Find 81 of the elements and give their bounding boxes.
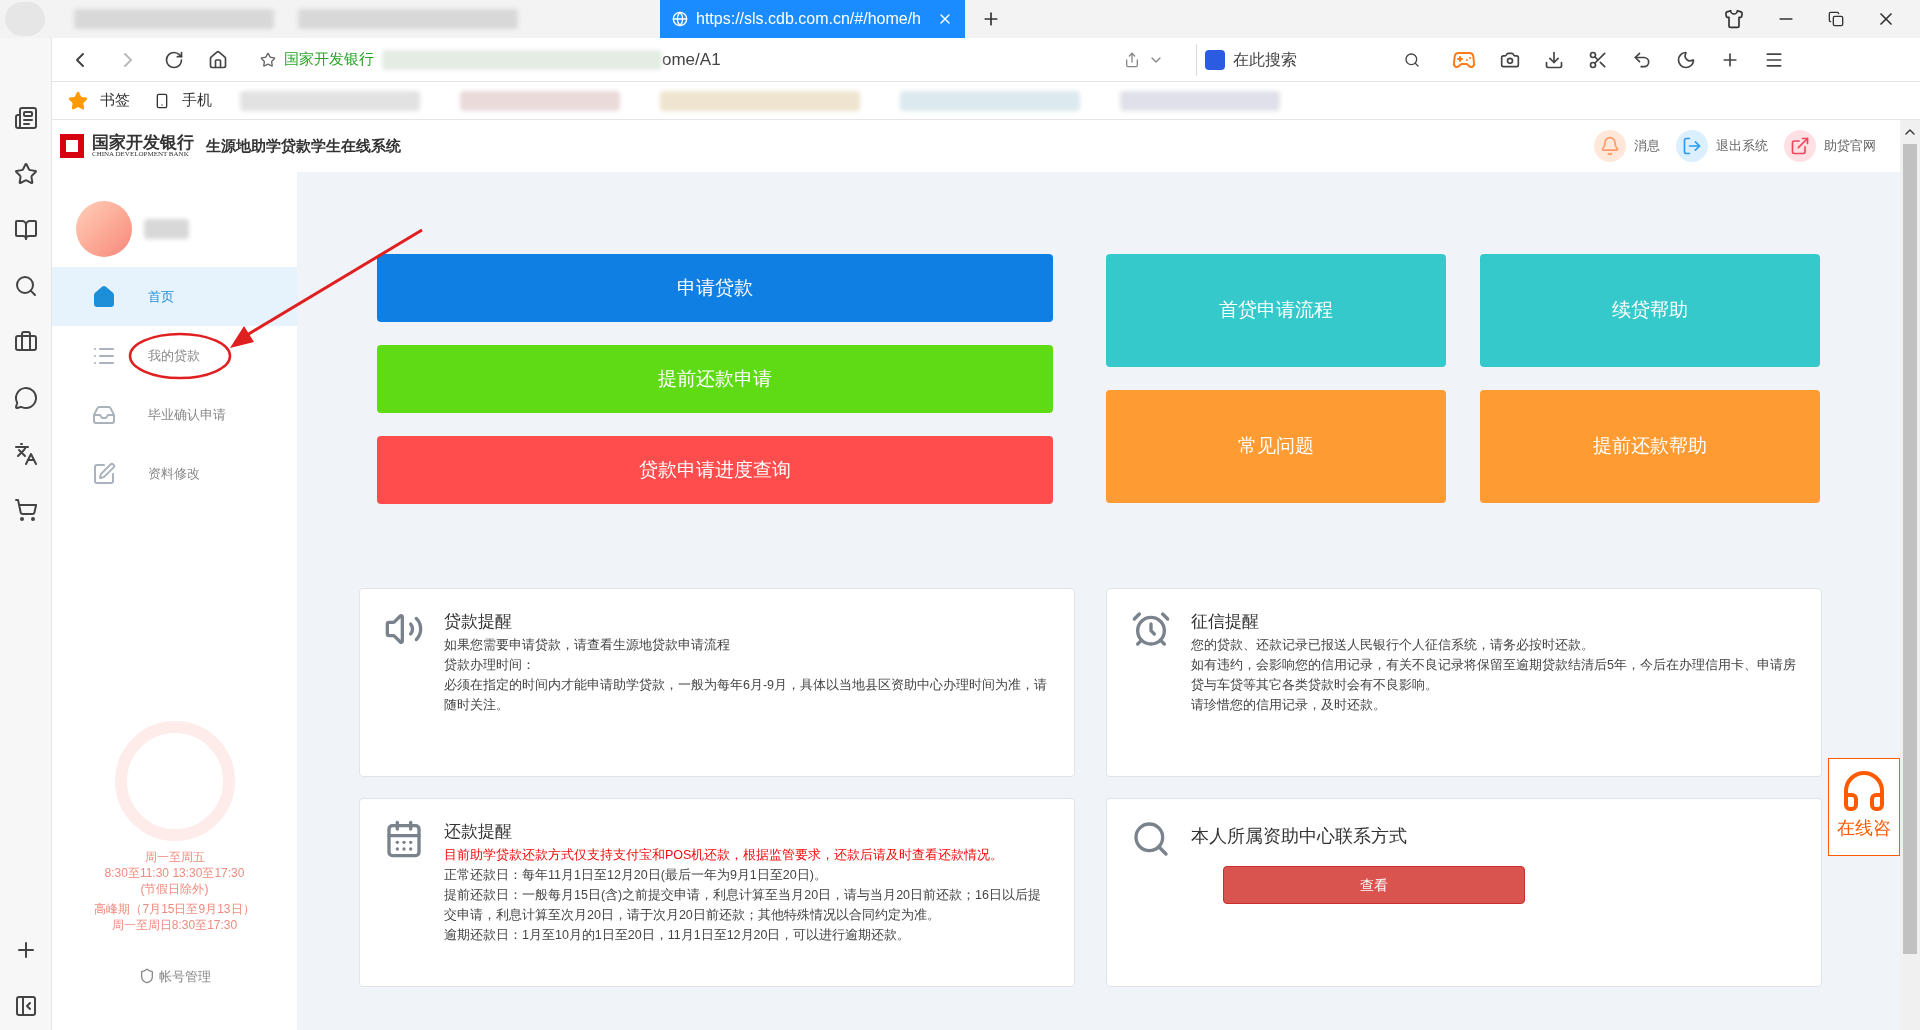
scrollbar[interactable] — [1900, 120, 1920, 1030]
header-link[interactable]: 消息 — [1594, 130, 1660, 162]
sidebar-item[interactable]: 首页 — [52, 267, 297, 326]
briefcase-icon[interactable] — [13, 330, 38, 354]
card-text: 逾期还款日：1月至10月的1日至20日，11月1日至12月20日，可以进行逾期还款。 — [444, 926, 912, 944]
phone-icon — [154, 92, 170, 109]
download-icon[interactable] — [1544, 49, 1564, 70]
calendar-icon — [384, 819, 424, 859]
card-text: 请珍惜您的信用记录，及时还款。 — [1191, 696, 1387, 714]
collapse-icon[interactable] — [13, 994, 38, 1018]
translate-icon[interactable] — [13, 442, 38, 466]
globe-icon — [672, 11, 688, 27]
service-hours: (节假日除外) — [140, 880, 209, 897]
card-title: 还款提醒 — [444, 821, 513, 843]
browser-tab[interactable]: https://sls.cdb.com.cn/#/home/h — [660, 0, 965, 38]
home-icon[interactable] — [208, 49, 228, 70]
search-engine-icon[interactable] — [1205, 49, 1225, 70]
sidebar-item[interactable]: 我的贷款 — [52, 326, 297, 385]
search-field[interactable]: 在此搜索 — [1196, 43, 1428, 76]
shirt-icon[interactable] — [1724, 9, 1744, 29]
tab-title: https://sls.cdb.com.cn/#/home/h — [696, 9, 921, 29]
card-title: 贷款提醒 — [444, 611, 513, 633]
header-link[interactable]: 退出系统 — [1676, 130, 1768, 162]
moon-icon[interactable] — [1676, 49, 1696, 70]
cart-icon[interactable] — [13, 498, 38, 522]
book-icon[interactable] — [13, 218, 38, 242]
link-icon — [1790, 136, 1810, 156]
scissors-icon[interactable] — [1588, 49, 1608, 70]
search-icon[interactable] — [1404, 51, 1420, 68]
card-text: 您的贷款、还款记录已报送人民银行个人征信系统，请务必按时还款。 — [1191, 636, 1595, 654]
restore-icon[interactable] — [1828, 11, 1844, 27]
account-link[interactable]: 帐号管理 — [138, 966, 211, 986]
sidebar-item[interactable]: 资料修改 — [52, 444, 297, 503]
reload-icon[interactable] — [164, 49, 184, 70]
help-tile[interactable]: 续贷帮助 — [1480, 254, 1820, 367]
view-button[interactable]: 查看 — [1223, 866, 1525, 904]
shield-icon — [138, 968, 155, 985]
action-button[interactable]: 贷款申请进度查询 — [377, 436, 1053, 504]
star-icon — [68, 90, 88, 111]
service-hours: 8:30至11:30 13:30至17:30 — [104, 864, 245, 881]
card-text: 目前助学贷款还款方式仅支持支付宝和POS机还款，根据监管要求，还款后请及时查看还款情况。 — [444, 846, 1005, 864]
card-text: 贷款办理时间： — [444, 656, 536, 674]
help-tile[interactable]: 提前还款帮助 — [1480, 390, 1820, 503]
home-icon — [92, 284, 116, 309]
action-button[interactable]: 申请贷款 — [377, 254, 1053, 322]
service-hours: 周一至周五 — [144, 848, 205, 865]
share-icon[interactable] — [1124, 51, 1140, 68]
header-link[interactable]: 助贷官网 — [1784, 130, 1876, 162]
url-text: ome/A1 — [662, 48, 721, 71]
address-field[interactable]: 国家开发银行 ome/A1 — [252, 43, 1172, 76]
service-hours: 高峰期（7月15日至9月13日） — [94, 900, 255, 917]
edit-icon — [92, 461, 116, 486]
bell-icon — [1600, 136, 1620, 156]
undo-icon[interactable] — [1632, 49, 1652, 70]
alarm-icon — [1131, 609, 1171, 649]
service-hours: 周一至周日8:30至17:30 — [111, 916, 238, 933]
chat-icon[interactable] — [13, 386, 38, 410]
bank-logo — [60, 134, 84, 158]
exit-icon — [1682, 136, 1702, 156]
help-tile[interactable]: 首贷申请流程 — [1106, 254, 1446, 367]
card-text: 正常还款日：每年11月1日至12月20日(最后一年为9月1日至20日)。 — [444, 866, 828, 884]
online-consult-button[interactable]: 在线咨 — [1828, 758, 1900, 856]
site-name: 国家开发银行 — [284, 49, 374, 70]
card-text: 提前还款日：一般每月15日(含)之前提交申请，利息计算至当月20日，请与当月20日前还款；16日以后提交申请，利息计算至次月20日，请于次月20日前还款；其他特殊情况以合同约定为准。 — [444, 886, 1042, 924]
card-title: 本人所属资助中心联系方式 — [1191, 825, 1408, 848]
sidebar-item[interactable]: 毕业确认申请 — [52, 385, 297, 444]
search-icon[interactable] — [13, 274, 38, 298]
card-text: 必须在指定的时间内才能申请助学贷款，一般为每年6月-9月，具体以当地县区资助中心办理时间为准，请随时关注。 — [444, 676, 1049, 714]
star-icon[interactable] — [13, 162, 38, 186]
bookmark-item[interactable]: 书签 — [100, 89, 130, 112]
card-text: 如果您需要申请贷款，请查看生源地贷款申请流程 — [444, 636, 731, 654]
news-icon[interactable] — [13, 106, 38, 130]
star-icon[interactable] — [260, 51, 276, 68]
bank-name: 国家开发银行 — [92, 134, 194, 151]
search-placeholder: 在此搜索 — [1233, 49, 1297, 70]
system-title: 生源地助学贷款学生在线系统 — [206, 136, 401, 156]
search-icon — [1131, 819, 1171, 859]
help-tile[interactable]: 常见问题 — [1106, 390, 1446, 503]
card-text: 如有违约，会影响您的信用记录，有关不良记录将保留至逾期贷款结清后5年，今后在办理信用卡、申请房贷与车贷等其它各类贷款时会有不良影响。 — [1191, 656, 1797, 694]
bookmark-item[interactable]: 手机 — [182, 89, 212, 112]
card-title: 征信提醒 — [1191, 611, 1260, 633]
